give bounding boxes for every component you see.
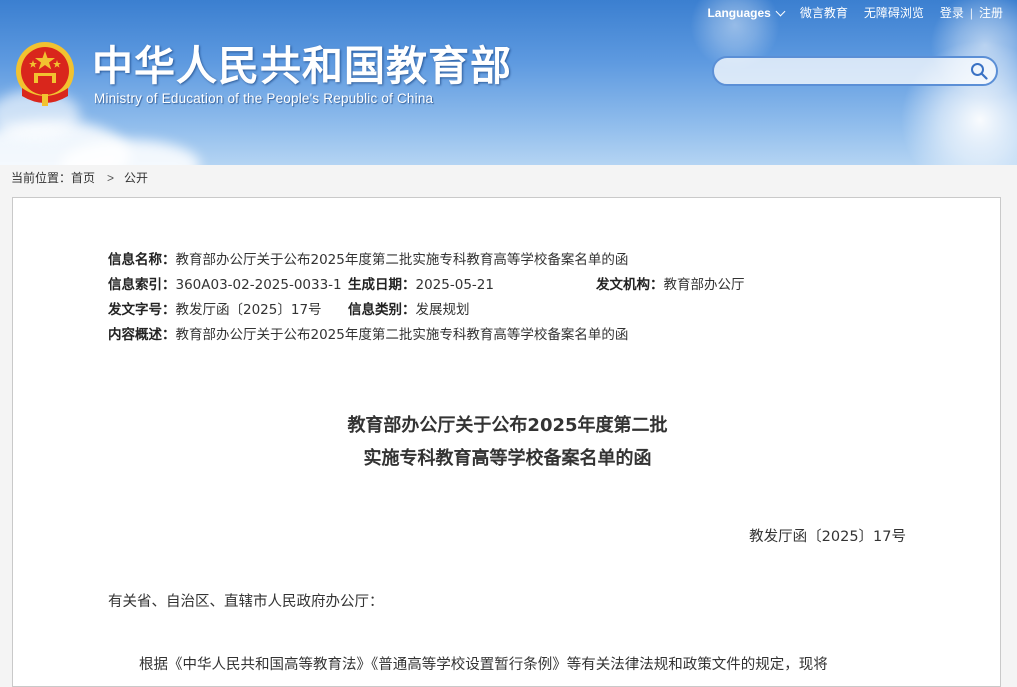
breadcrumb-current[interactable]: 公开 (124, 169, 148, 186)
top-links: Languages 微言教育 无障碍浏览 登录 | 注册 (707, 4, 1003, 21)
document-number: 教发厅函〔2025〕17号 (749, 529, 906, 545)
languages-label: Languages (707, 5, 771, 20)
meta-docno-value: 教发厅函〔2025〕17号 (175, 302, 322, 318)
chevron-down-icon (775, 6, 786, 16)
languages-menu[interactable]: Languages (707, 5, 786, 20)
meta-row-index: 信息索引：360A03-02-2025-0033-1 (108, 273, 342, 293)
meta-row-name: 信息名称：教育部办公厅关于公布2025年度第二批实施专科教育高等学校备案名单的函 (108, 248, 628, 268)
breadcrumb-home[interactable]: 首页 (71, 169, 95, 186)
search-icon[interactable] (970, 62, 988, 80)
meta-row-summary: 内容概述：教育部办公厅关于公布2025年度第二批实施专科教育高等学校备案名单的函 (108, 323, 628, 343)
meta-index-value: 360A03-02-2025-0033-1 (175, 277, 342, 293)
document-title-line2: 实施专科教育高等学校备案名单的函 (363, 448, 652, 469)
meta-row-date: 生成日期：2025-05-21 (348, 273, 494, 293)
meta-issuer-value: 教育部办公厅 (663, 277, 745, 293)
breadcrumb-prefix: 当前位置： (11, 171, 72, 185)
meta-summary-value: 教育部办公厅关于公布2025年度第二批实施专科教育高等学校备案名单的函 (175, 327, 629, 343)
meta-category-value: 发展规划 (415, 302, 470, 318)
content-panel: 信息名称：教育部办公厅关于公布2025年度第二批实施专科教育高等学校备案名单的函… (12, 197, 1001, 687)
site-subtitle: Ministry of Education of the People's Re… (94, 91, 434, 106)
search-box (712, 56, 998, 86)
document-salutation: 有关省、自治区、直辖市人民政府办公厅： (108, 594, 384, 610)
document-title-line1: 教育部办公厅关于公布2025年度第二批 (347, 415, 668, 436)
meta-category-label: 信息类别： (348, 302, 416, 318)
weibo-link[interactable]: 微言教育 (800, 4, 848, 21)
site-header: 中华人民共和国教育部 Ministry of Education of the … (0, 0, 1017, 165)
link-separator: | (969, 5, 973, 20)
meta-date-value: 2025-05-21 (415, 277, 494, 293)
breadcrumb: 当前位置： 首页 > 公开 (11, 169, 148, 186)
meta-row-category: 信息类别：发展规划 (348, 298, 470, 318)
meta-index-label: 信息索引： (108, 277, 176, 293)
search-input[interactable] (726, 61, 970, 83)
login-link[interactable]: 登录 (940, 4, 964, 21)
register-link[interactable]: 注册 (979, 4, 1003, 21)
meta-summary-label: 内容概述： (108, 327, 176, 343)
site-title[interactable]: 中华人民共和国教育部 (92, 42, 512, 90)
meta-name-value: 教育部办公厅关于公布2025年度第二批实施专科教育高等学校备案名单的函 (175, 252, 629, 268)
accessibility-link[interactable]: 无障碍浏览 (864, 4, 924, 21)
meta-row-issuer: 发文机构：教育部办公厅 (596, 273, 745, 293)
meta-date-label: 生成日期： (348, 277, 416, 293)
meta-name-label: 信息名称： (108, 252, 176, 268)
meta-row-docno: 发文字号：教发厅函〔2025〕17号 (108, 298, 322, 318)
meta-issuer-label: 发文机构： (596, 277, 664, 293)
national-emblem-icon[interactable] (14, 40, 76, 106)
breadcrumb-arrow: > (107, 170, 115, 185)
meta-docno-label: 发文字号： (108, 302, 176, 318)
